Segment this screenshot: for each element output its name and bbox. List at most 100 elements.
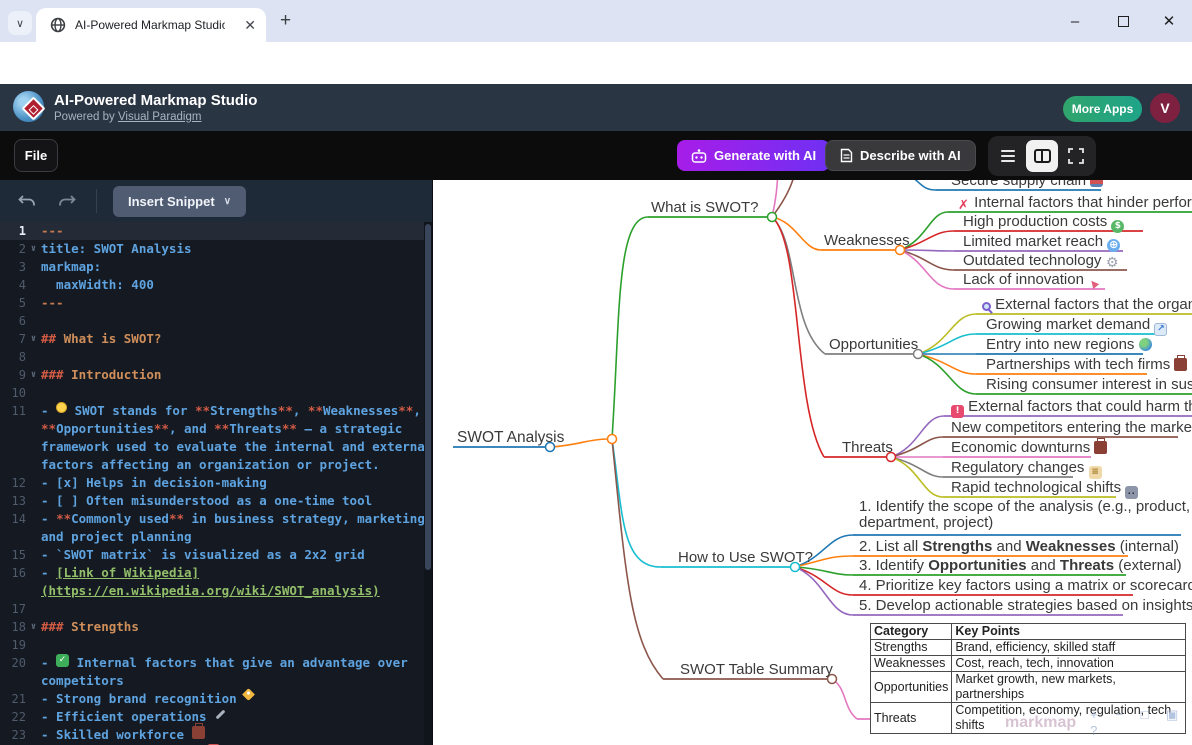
generate-with-ai-button[interactable]: Generate with AI <box>677 140 830 171</box>
user-avatar[interactable]: V <box>1150 93 1180 123</box>
mindmap-node-opportunity-2[interactable]: Growing market demand ↗ <box>986 316 1167 336</box>
markmap-watermark: markmap + − □ ▣ ? <box>1005 707 1192 738</box>
table-header: Key Points <box>952 624 1186 640</box>
mindmap-node-weakness-1[interactable]: ✗ Internal factors that hinder performan… <box>957 194 1192 212</box>
code-line: 6 <box>0 312 432 330</box>
browser-tab[interactable]: AI-Powered Markmap Studio ✕ <box>36 8 266 42</box>
toolbar-separator <box>966 143 967 168</box>
file-menu-button[interactable]: File <box>14 139 58 172</box>
code-line: 22- Efficient operations <box>0 708 432 726</box>
describe-with-ai-button[interactable]: Describe with AI <box>825 140 976 171</box>
truck-icon <box>1090 180 1103 187</box>
alarm-icon: ! <box>951 405 964 418</box>
markmap-toolbar-icons[interactable]: + − □ ▣ ? <box>1090 707 1192 738</box>
app-logo-icon <box>13 89 49 125</box>
chart-icon: ↗ <box>1154 323 1167 336</box>
table-cell: Threats <box>871 703 952 734</box>
mindmap-node-what-is-swot[interactable]: What is SWOT? <box>651 199 759 216</box>
mindmap-node-how-step-2[interactable]: 2. List all Strengths and Weaknesses (in… <box>859 538 1179 555</box>
redo-button[interactable] <box>56 190 78 212</box>
view-mode-toggle <box>988 136 1096 176</box>
table-cell: Cost, reach, tech, innovation <box>952 656 1186 672</box>
code-line: 16- [Link of Wikipedia] <box>0 564 432 582</box>
editor-only-view-button[interactable] <box>992 140 1024 172</box>
app-window: ∨ AI-Powered Markmap Studio ✕ + – ✕ <box>0 0 1192 745</box>
code-line: competitors <box>0 672 432 690</box>
mindmap-node-weakness-4[interactable]: Outdated technology ⚙ <box>963 252 1119 270</box>
undo-button[interactable] <box>16 190 38 212</box>
mindmap-node-threat-2[interactable]: New competitors entering the market ▲ <box>951 419 1192 439</box>
check-icon: ✓ <box>56 654 69 667</box>
mindmap-node-opportunity-4[interactable]: Partnerships with tech firms <box>986 356 1187 373</box>
code-line: 7∨## What is SWOT? <box>0 330 432 348</box>
mindmap-node-opportunity-5[interactable]: Rising consumer interest in sustainabili… <box>986 376 1192 393</box>
editor-scrollbar-thumb[interactable] <box>425 224 431 570</box>
briefcase-icon <box>1094 441 1107 454</box>
code-line: factors affecting an organization or pro… <box>0 456 432 474</box>
robot-icon <box>691 149 707 163</box>
markdown-code-editor[interactable]: 1---2∨title: SWOT Analysis3markmap:4 max… <box>0 222 432 745</box>
mindmap-node-opportunities[interactable]: Opportunities <box>829 336 918 353</box>
code-line: 3markmap: <box>0 258 432 276</box>
tab-close-icon[interactable]: ✕ <box>244 18 256 32</box>
mindmap-node-threat-4[interactable]: Regulatory changes ≡ <box>951 459 1102 479</box>
mindmap-node-threat-5[interactable]: Rapid technological shifts .. <box>951 479 1138 499</box>
mindmap-node-threats[interactable]: Threats <box>842 439 893 456</box>
document-icon <box>840 148 853 163</box>
code-line: 14- **Commonly used** in business strate… <box>0 510 432 528</box>
code-line: 10 <box>0 384 432 402</box>
visual-paradigm-link[interactable]: Visual Paradigm <box>118 111 202 123</box>
editor-toolbar-separator <box>96 189 97 213</box>
mindmap-node-secure-supply-chain[interactable]: Secure supply chain <box>951 180 1103 189</box>
window-maximize-button[interactable] <box>1112 10 1134 32</box>
code-line: 4 maxWidth: 400 <box>0 276 432 294</box>
search-icon <box>982 302 991 311</box>
code-line: 17 <box>0 600 432 618</box>
globe-favicon-icon <box>50 17 66 33</box>
briefcase-icon <box>1174 358 1187 371</box>
mindmap-node-how-to-use[interactable]: How to Use SWOT? <box>678 549 813 566</box>
new-tab-button[interactable]: + <box>280 10 291 32</box>
insert-snippet-button[interactable]: Insert Snippet ∨ <box>113 186 246 217</box>
code-line: 19 <box>0 636 432 654</box>
mindmap-node-table-summary[interactable]: SWOT Table Summary <box>680 661 833 678</box>
markmap-canvas[interactable]: SWOT Analysis What is SWOT? Weaknesses Oppo… <box>433 180 1192 745</box>
rocket-icon: ▲ <box>1085 275 1103 293</box>
more-apps-button[interactable]: More Apps <box>1063 96 1142 122</box>
mindmap-node-threat-3[interactable]: Economic downturns <box>951 439 1107 456</box>
code-line: framework used to evaluate the internal … <box>0 438 432 456</box>
window-minimize-button[interactable]: – <box>1064 10 1086 32</box>
window-close-button[interactable]: ✕ <box>1158 10 1180 32</box>
code-line: 21- Strong brand recognition <box>0 690 432 708</box>
mindmap-node-opportunity-3[interactable]: Entry into new regions <box>986 336 1152 353</box>
mindmap-node-threat-1[interactable]: ! External factors that could harm the o… <box>951 398 1192 418</box>
mindmap-node-how-step-5[interactable]: 5. Develop actionable strategies based o… <box>859 597 1192 614</box>
app-toolbar: File Generate with AI Describe with AI <box>0 131 1192 180</box>
mindmap-node-how-step-3[interactable]: 3. Identify Opportunities and Threats (e… <box>859 557 1182 574</box>
code-line: and project planning <box>0 528 432 546</box>
scroll-icon: ≡ <box>1089 466 1102 479</box>
fullscreen-view-button[interactable] <box>1060 140 1092 172</box>
mindmap-node-how-step-1[interactable]: 1. Identify the scope of the analysis (e… <box>859 499 1191 531</box>
mindmap-node-weakness-2[interactable]: High production costs $ <box>963 213 1124 233</box>
chevron-down-icon: ∨ <box>224 196 231 207</box>
mindmap-node-opportunity-1[interactable]: External factors that the organization c… <box>982 296 1192 313</box>
mindmap-node-weakness-5[interactable]: Lack of innovation ▲ <box>963 271 1101 291</box>
table-row: WeaknessesCost, reach, tech, innovation <box>871 656 1186 672</box>
table-cell: Strengths <box>871 640 952 656</box>
split-view-button[interactable] <box>1026 140 1058 172</box>
table-cell: Weaknesses <box>871 656 952 672</box>
code-line: 9∨### Introduction <box>0 366 432 384</box>
root-hub-circle[interactable] <box>608 435 617 444</box>
code-line: 8 <box>0 348 432 366</box>
mindmap-node-weakness-3[interactable]: Limited market reach ⊕ <box>963 233 1120 252</box>
what-node-circle[interactable] <box>768 213 777 222</box>
code-line: **Opportunities**, and **Threats** — a s… <box>0 420 432 438</box>
cross-icon: ✗ <box>957 199 970 212</box>
tab-search-chevron-icon[interactable]: ∨ <box>8 11 32 35</box>
mindmap-node-how-step-4[interactable]: 4. Prioritize key factors using a matrix… <box>859 577 1192 594</box>
table-header: Category <box>871 624 952 640</box>
bulb-icon <box>56 402 67 413</box>
mindmap-node-weaknesses[interactable]: Weaknesses <box>824 232 910 249</box>
mindmap-node-root[interactable]: SWOT Analysis <box>457 429 564 447</box>
